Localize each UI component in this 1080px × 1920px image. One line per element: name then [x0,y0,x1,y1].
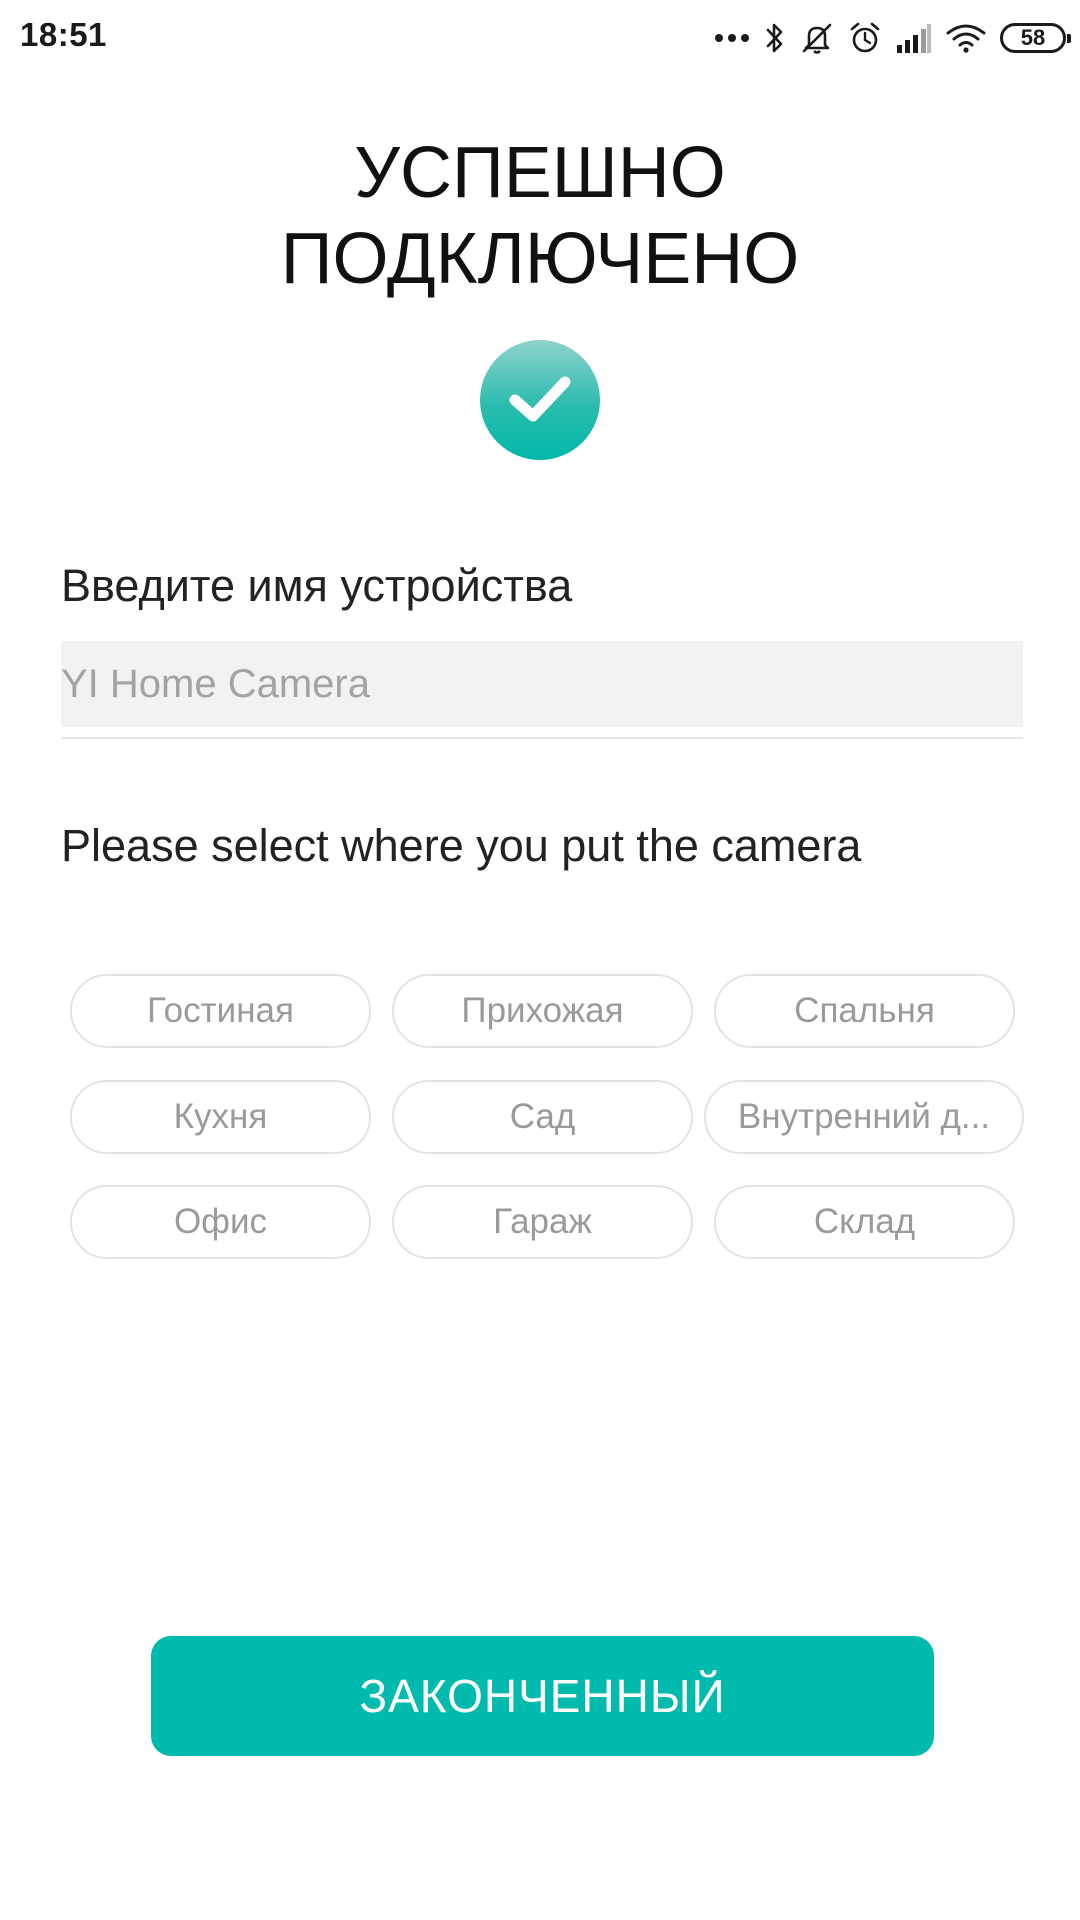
device-name-label: Введите имя устройства [61,560,573,611]
finish-button[interactable]: ЗАКОНЧЕННЫЙ [151,1636,934,1756]
location-chip-living-room[interactable]: Гостиная [70,974,371,1048]
status-bar: 18:51 58 [0,0,1080,76]
page-title: УСПЕШНО ПОДКЛЮЧЕНО [280,133,800,299]
location-chip-bedroom[interactable]: Спальня [714,974,1015,1048]
location-label: Please select where you put the camera [61,820,862,871]
location-chip-kitchen[interactable]: Кухня [70,1080,371,1154]
check-circle-icon [480,340,600,460]
location-chip-hallway[interactable]: Прихожая [392,974,693,1048]
location-chip-garden[interactable]: Сад [392,1080,693,1154]
battery-icon: 58 [1000,23,1071,53]
status-time: 18:51 [20,16,107,53]
location-chip-office[interactable]: Офис [70,1185,371,1259]
device-name-input[interactable] [61,641,1023,727]
more-dots-icon [714,32,750,44]
location-chip-storage[interactable]: Склад [714,1185,1015,1259]
signal-icon [896,23,932,53]
bluetooth-icon [764,21,786,55]
battery-level: 58 [1020,25,1046,50]
status-icons: 58 [714,18,1071,58]
input-underline [61,737,1023,739]
location-chip-courtyard[interactable]: Внутренний д... [704,1080,1024,1154]
wifi-icon [946,23,986,53]
silent-icon [800,21,834,55]
alarm-icon [848,21,882,55]
location-chip-garage[interactable]: Гараж [392,1185,693,1259]
